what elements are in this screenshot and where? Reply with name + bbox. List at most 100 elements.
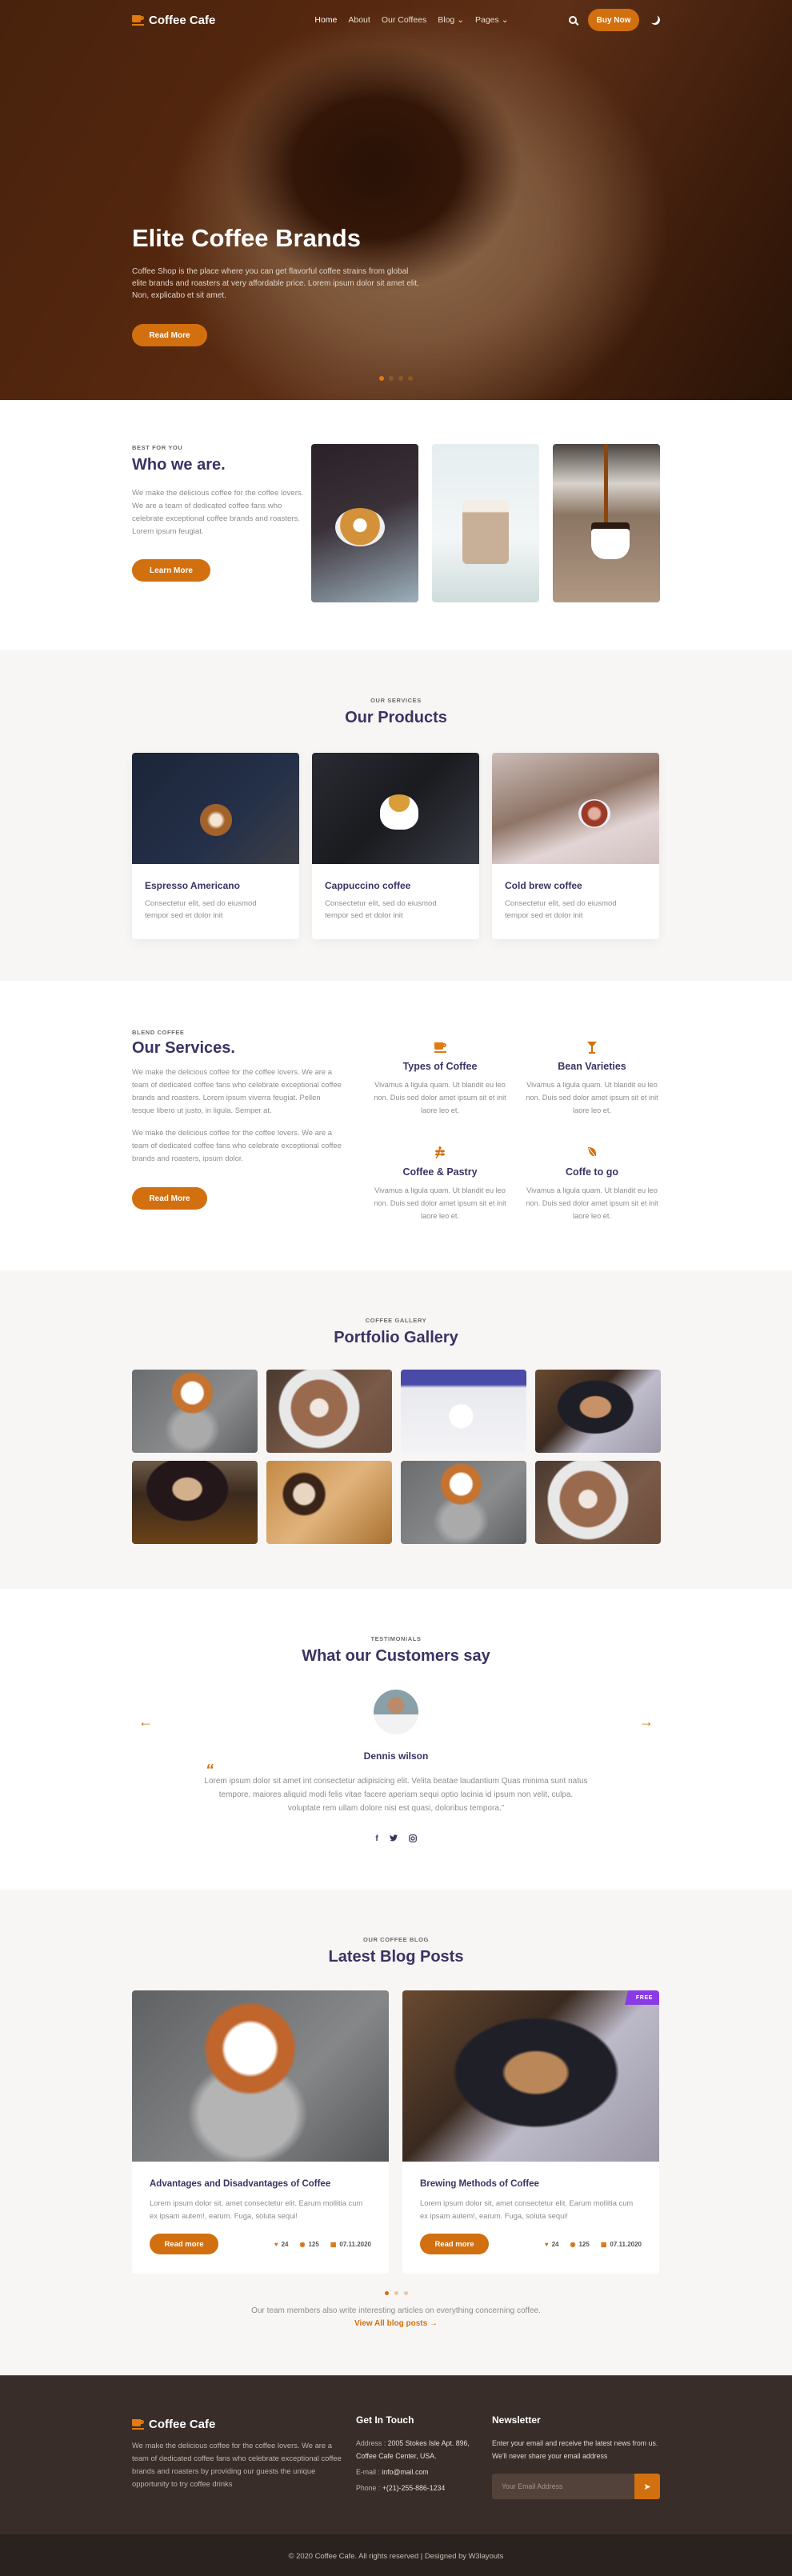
nav-item-our-coffees[interactable]: Our Coffees (382, 15, 426, 25)
section-text: We make the delicious coffee for the cof… (132, 489, 304, 536)
email-link[interactable]: info@mail.com (382, 2468, 428, 2476)
arrow-right-icon[interactable]: → (639, 1714, 654, 1730)
testimonial-name: Dennis wilson (363, 1750, 429, 1762)
testimonials-section: Testimonials What our Customers say ← → … (132, 1589, 660, 1890)
coffee-cup-icon (132, 14, 144, 26)
service-title: Coffe to go (566, 1166, 618, 1178)
footer-newsletter: Newsletter Enter your email and receive … (492, 2408, 660, 2499)
gallery-image[interactable] (132, 1461, 258, 1544)
product-text: Consectetur elit, sed do eiusmod tempor … (145, 899, 257, 920)
seedling-icon (372, 1146, 508, 1160)
views-count: 125 (308, 2240, 319, 2248)
section-label: Blend Coffee (132, 1029, 185, 1036)
gallery-image[interactable] (132, 1370, 258, 1453)
heart-icon: ♥ (544, 2240, 549, 2248)
blog-title[interactable]: Advantages and Disadvantages of Coffee (150, 2179, 371, 2189)
blog-title[interactable]: Brewing Methods of Coffee (420, 2179, 642, 2189)
gallery-image[interactable] (401, 1461, 526, 1544)
product-card[interactable]: Espresso Americano Consectetur elit, sed… (132, 753, 299, 939)
who-text-block: Best for you Who we are. We make the del… (132, 444, 307, 602)
phone-link[interactable]: +(21)-255-886-1234 (382, 2484, 446, 2492)
newsletter-submit-button[interactable]: ➤ (634, 2474, 660, 2499)
services-text-block: Blend Coffee Our Services. We make the d… (132, 1029, 344, 1222)
section-title: What our Customers say (302, 1647, 490, 1665)
hero-slider-dots (379, 376, 413, 381)
nav-item-home[interactable]: Home (314, 15, 337, 25)
hero-read-more-button[interactable]: Read More (132, 324, 207, 346)
heart-icon: ♥ (274, 2240, 278, 2248)
nav-item-blog[interactable]: Blog ⌄ (438, 15, 464, 25)
pagination-dot[interactable] (403, 2291, 408, 2295)
service-text: Vivamus a ligula quam. Ut blandit eu leo… (374, 1081, 506, 1114)
product-text: Consectetur elit, sed do eiusmod tempor … (325, 899, 437, 920)
blog-note-text: Our team members also write interesting … (251, 2306, 541, 2315)
pagination-dot[interactable] (394, 2291, 398, 2295)
nav-menu: Home About Our Coffees Blog ⌄ Pages ⌄ (314, 15, 508, 25)
pagination-dot[interactable] (384, 2291, 389, 2295)
calendar-icon: ▦ (600, 2240, 607, 2248)
who-images (311, 444, 660, 602)
newsletter-form: ➤ (492, 2474, 660, 2499)
footer-about: Coffee Cafe We make the delicious coffee… (132, 2408, 346, 2499)
hero-section: Coffee Cafe Home About Our Coffees Blog … (0, 0, 792, 400)
slider-dot[interactable] (379, 376, 384, 381)
footer-contact: Get In Touch Address : 2005 Stokes Isle … (356, 2408, 492, 2499)
slider-dot[interactable] (389, 376, 394, 381)
latte-art-photo (311, 444, 418, 602)
footer-logo-text: Coffee Cafe (149, 2418, 216, 2431)
product-card[interactable]: Cappuccino coffee Consectetur elit, sed … (312, 753, 479, 939)
nav-item-pages[interactable]: Pages ⌄ (475, 15, 509, 25)
copyright-bar: © 2020 Coffee Cafe. All rights reserved … (0, 2534, 792, 2576)
gallery-section: Coffee Gallery Portfolio Gallery (0, 1270, 792, 1589)
eye-icon: ◉ (299, 2240, 306, 2248)
gallery-image[interactable] (535, 1461, 661, 1544)
blog-read-more-button[interactable]: Read more (150, 2234, 218, 2254)
view-all-blog-posts-link[interactable]: View All blog posts → (354, 2319, 438, 2328)
footer-email: E-mail : info@mail.com (356, 2466, 492, 2478)
moon-icon[interactable] (649, 14, 661, 26)
section-title: Portfolio Gallery (334, 1329, 458, 1346)
gallery-image[interactable] (266, 1370, 392, 1453)
learn-more-button[interactable]: Learn More (132, 559, 210, 582)
gallery-image[interactable] (266, 1461, 392, 1544)
blog-image[interactable] (132, 1990, 389, 2162)
hero-content: Elite Coffee Brands Coffee Shop is the p… (132, 224, 660, 346)
product-text: Consectetur elit, sed do eiusmod tempor … (505, 899, 617, 920)
gallery-grid (132, 1370, 661, 1544)
footer-about-text: We make the delicious coffee for the cof… (132, 2441, 342, 2488)
paper-plane-icon: ➤ (643, 2482, 651, 2492)
footer-logo[interactable]: Coffee Cafe (132, 2418, 346, 2431)
product-image (492, 753, 659, 864)
blog-image[interactable]: FREE (402, 1990, 659, 2162)
slider-dot[interactable] (398, 376, 403, 381)
slider-dot[interactable] (408, 376, 413, 381)
arrow-left-icon[interactable]: ← (138, 1714, 153, 1730)
blog-pagination-dots (132, 2291, 660, 2295)
newsletter-email-input[interactable] (492, 2474, 634, 2499)
gallery-image[interactable] (401, 1370, 526, 1453)
social-links: f (132, 1834, 660, 1845)
blog-read-more-button[interactable]: Read more (420, 2234, 489, 2254)
address-label: Address : (356, 2439, 386, 2447)
cocktail-glass-icon (524, 1040, 660, 1054)
nav-item-pages-label: Pages (475, 15, 499, 25)
nav-item-blog-label: Blog (438, 15, 455, 25)
instagram-icon[interactable] (408, 1834, 417, 1845)
product-card[interactable]: Cold brew coffee Consectetur elit, sed d… (492, 753, 659, 939)
section-title: Who we are. (132, 456, 226, 474)
facebook-icon[interactable]: f (375, 1834, 378, 1845)
coffee-cup-icon (132, 2419, 144, 2430)
blog-section: Our Coffee Blog Latest Blog Posts Advant… (0, 1890, 792, 2375)
service-title: Coffee & Pastry (402, 1166, 478, 1178)
twitter-icon[interactable] (389, 1834, 398, 1845)
search-icon[interactable] (569, 16, 577, 24)
nav-item-about[interactable]: About (348, 15, 370, 25)
product-title: Espresso Americano (145, 880, 240, 891)
logo[interactable]: Coffee Cafe (132, 14, 215, 27)
services-read-more-button[interactable]: Read More (132, 1187, 207, 1210)
blog-note: Our team members also write interesting … (132, 2305, 660, 2330)
phone-label: Phone : (356, 2484, 381, 2492)
buy-now-button[interactable]: Buy Now (588, 9, 639, 31)
gallery-image[interactable] (535, 1370, 661, 1453)
logo-text: Coffee Cafe (149, 13, 216, 27)
